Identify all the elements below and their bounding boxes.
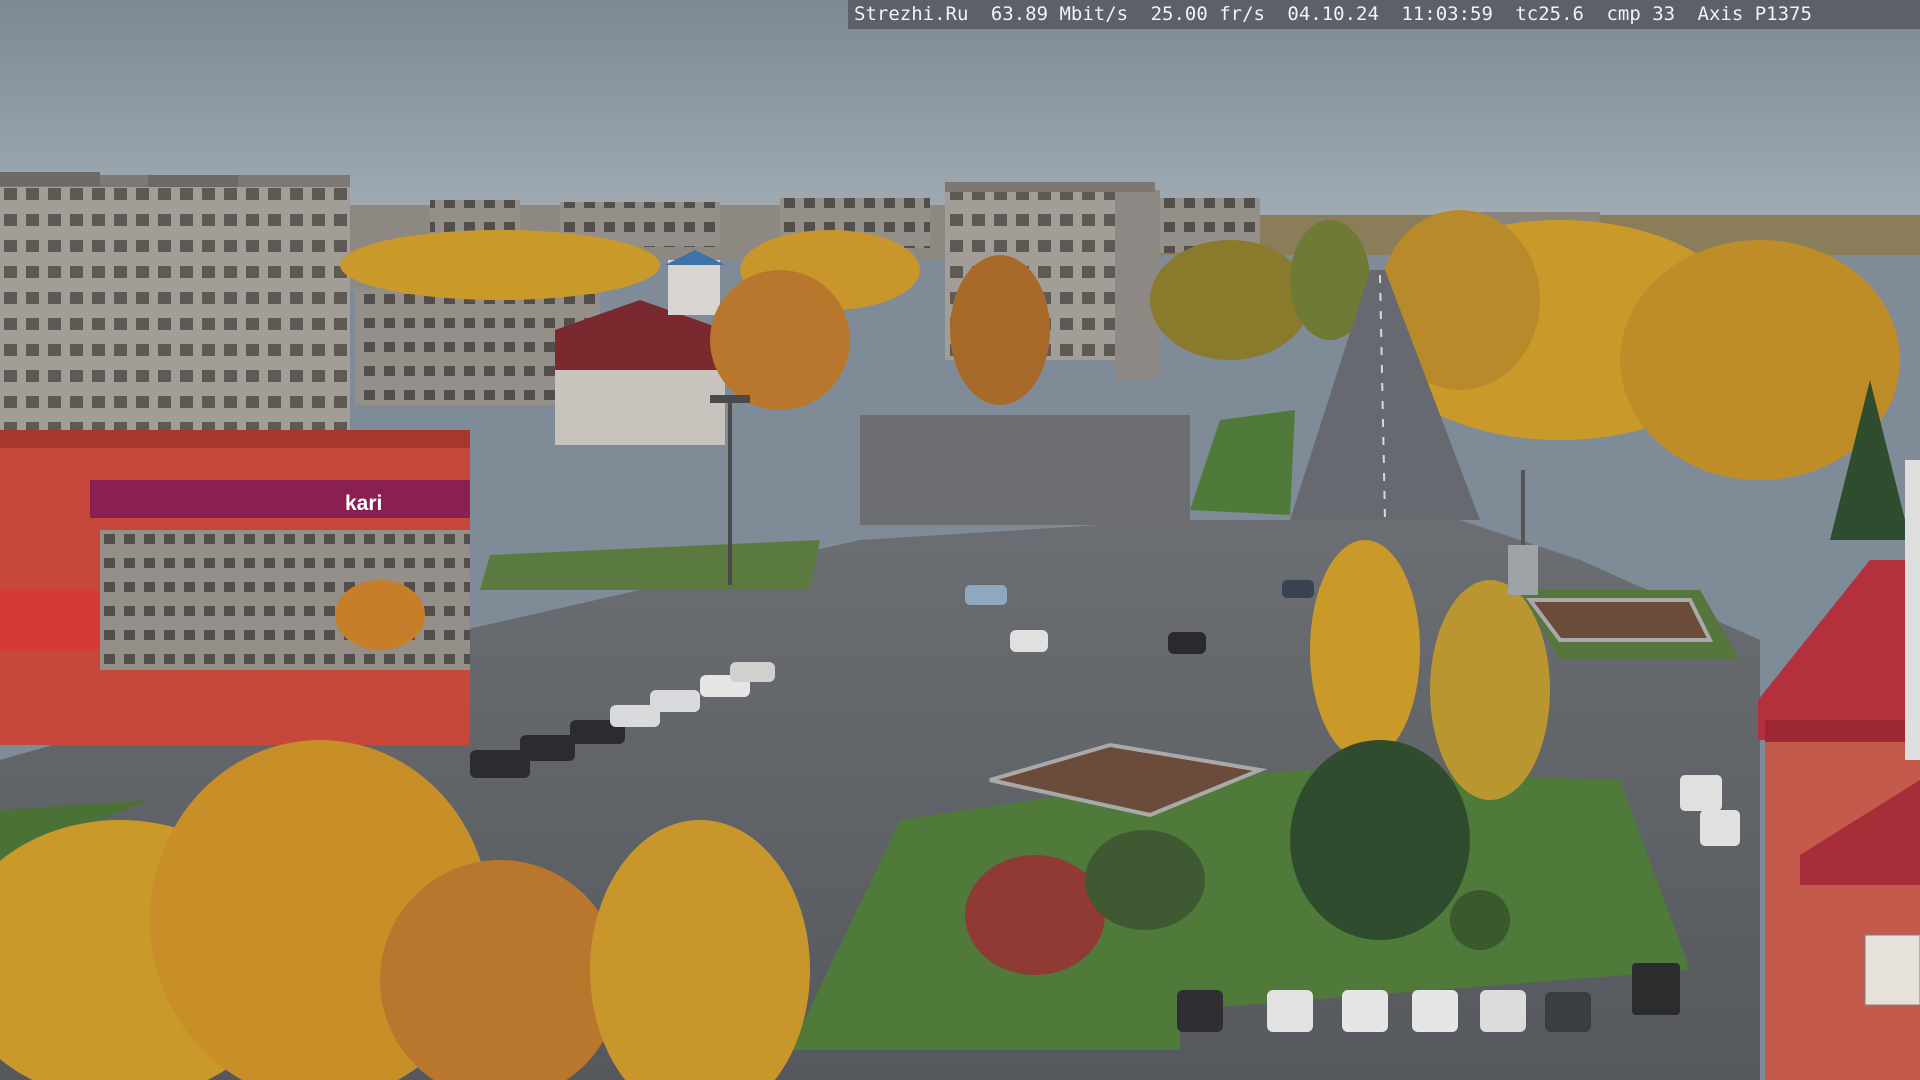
date-readout: 04.10.24 — [1287, 3, 1379, 25]
site-label: Strezhi.Ru — [854, 3, 969, 25]
camera-model-label: Axis P1375 — [1697, 3, 1812, 25]
webcam-scene — [0, 0, 1920, 1080]
bitrate-readout: 63.89 Mbit/s — [990, 3, 1129, 25]
right-building — [1758, 460, 1920, 1080]
tc-readout: tc25.6 — [1515, 3, 1584, 25]
storefront-sign: kari — [345, 492, 405, 516]
upper-plaza — [860, 415, 1190, 525]
camera-status-overlay: Strezhi.Ru 63.89 Mbit/s 25.00 fr/s 04.10… — [848, 0, 1920, 29]
cmp-readout: cmp 33 — [1606, 3, 1676, 25]
framerate-readout: 25.00 fr/s — [1150, 3, 1265, 25]
storefront-sign-text: kari — [345, 492, 383, 515]
time-readout: 11:03:59 — [1401, 3, 1493, 25]
